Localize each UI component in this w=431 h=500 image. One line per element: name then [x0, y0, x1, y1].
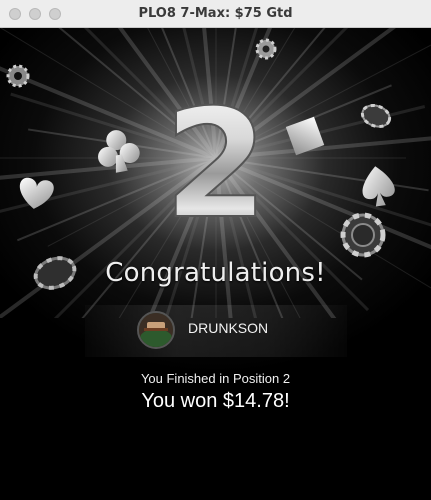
player-avatar [137, 311, 175, 349]
poker-chip-icon [340, 212, 386, 258]
finish-position-text: You Finished in Position 2 [140, 371, 291, 386]
place-number: 2 [164, 78, 268, 252]
results-content: 2 Congratulations! DRUNKSON You Finished… [0, 28, 431, 500]
diamond-icon [285, 116, 325, 156]
title-bar: PLO8 7-Max: $75 Gtd [0, 0, 431, 28]
gear-icon [6, 64, 30, 88]
winnings-text: You won $14.78! [141, 390, 290, 412]
player-panel: DRUNKSON [85, 305, 347, 357]
window-title: PLO8 7-Max: $75 Gtd [138, 6, 293, 21]
avatar-image [139, 313, 173, 347]
player-name: DRUNKSON [188, 320, 269, 336]
congratulations-heading: Congratulations! [105, 258, 326, 288]
spade-icon [362, 166, 395, 207]
window: PLO8 7-Max: $75 Gtd 2 Congratulations! D… [0, 0, 431, 500]
poker-chip-icon [360, 103, 392, 129]
gear-icon [255, 38, 277, 60]
